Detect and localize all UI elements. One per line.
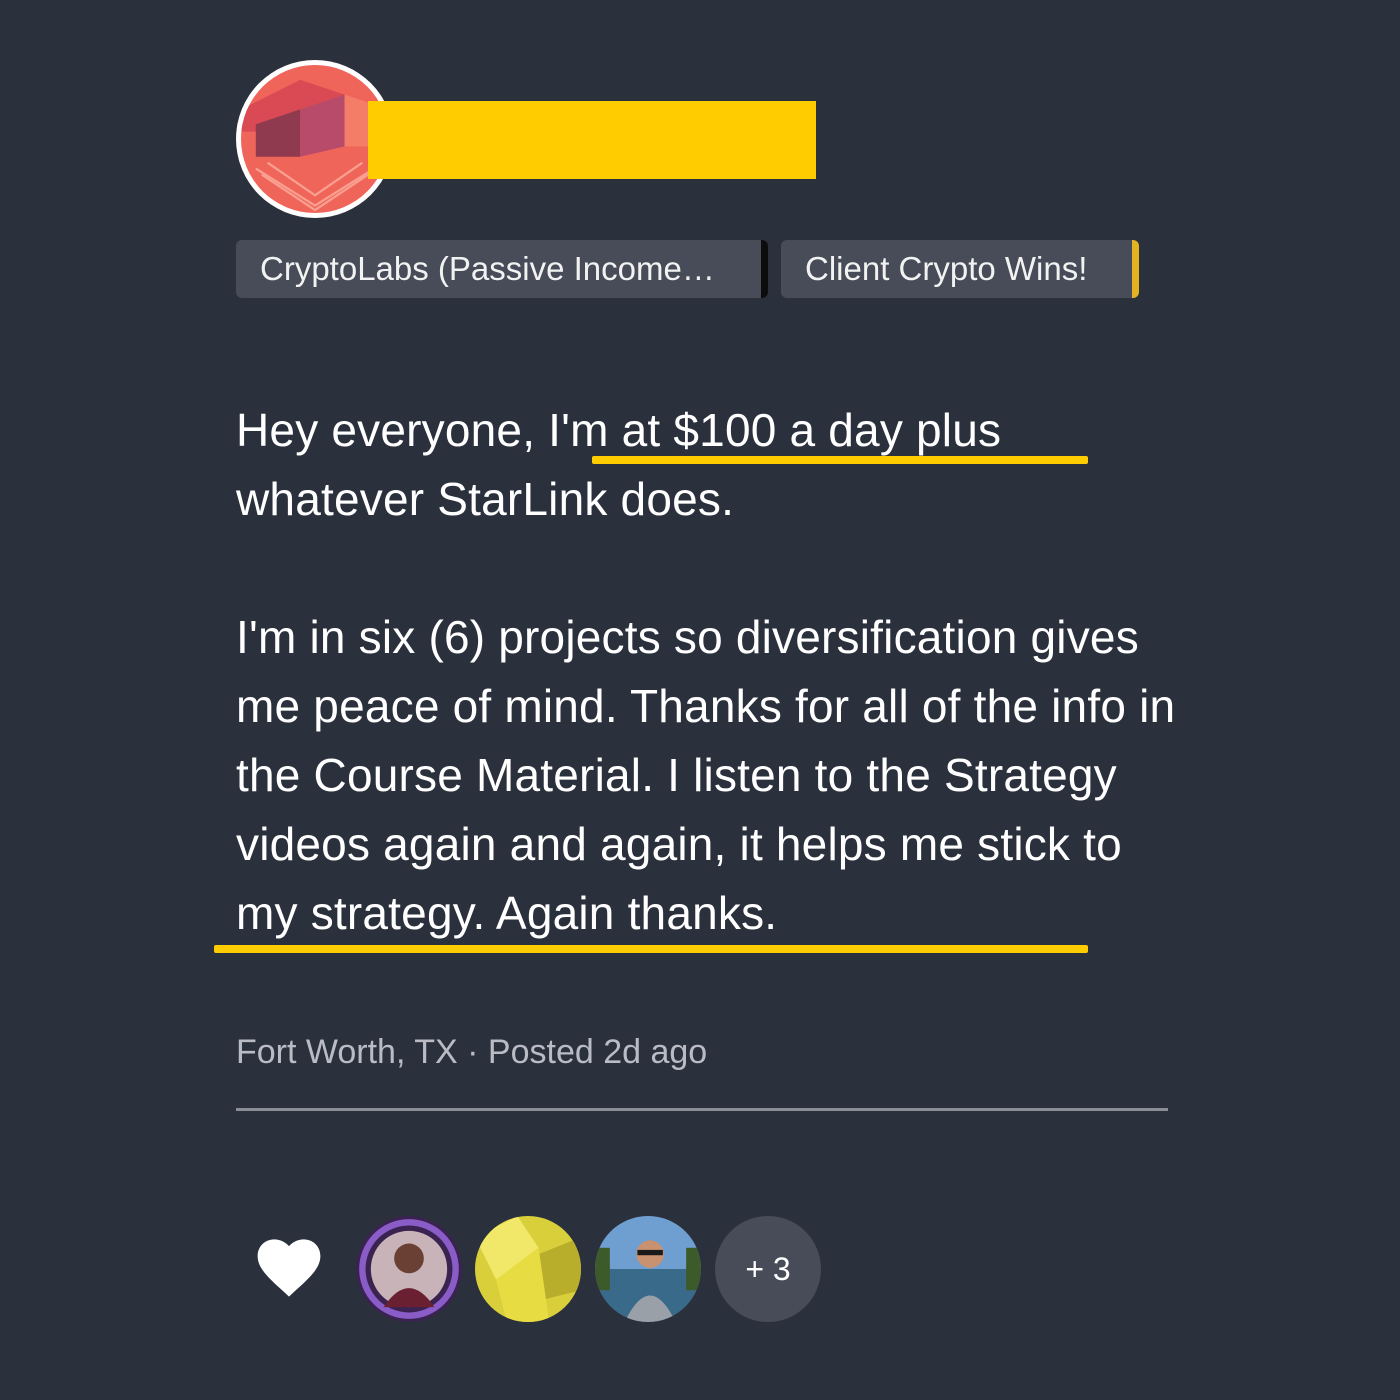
tag-category[interactable]: Client Crypto Wins! (781, 240, 1139, 298)
tag-community[interactable]: CryptoLabs (Passive Income… (236, 240, 768, 298)
author-name-redaction (368, 101, 816, 179)
post-line-1: Hey everyone, I'm at $100 a day plus (236, 404, 1002, 456)
reactor-avatar-image (595, 1216, 701, 1322)
post-body: Hey everyone, I'm at $100 a day plus wha… (236, 396, 1196, 948)
divider (236, 1108, 1168, 1111)
reactor-avatar-image (475, 1216, 581, 1322)
post-location: Fort Worth, TX (236, 1033, 458, 1071)
tag-category-edge (1132, 240, 1139, 298)
tag-community-label: CryptoLabs (Passive Income… (260, 250, 715, 287)
reactor-avatar-image (356, 1216, 462, 1322)
meta-separator: · (467, 1033, 479, 1071)
reactor-avatar[interactable] (356, 1216, 462, 1322)
heart-icon (257, 1239, 321, 1297)
post-line-2: whatever StarLink does. (236, 473, 735, 525)
reactor-avatar[interactable] (595, 1216, 701, 1322)
post-paragraph-2: I'm in six (6) projects so diversificati… (236, 611, 1176, 939)
more-reactions-count: + 3 (745, 1250, 791, 1287)
post-timestamp: Posted 2d ago (487, 1033, 708, 1071)
tag-community-edge (761, 240, 768, 298)
highlight-underline-2 (214, 945, 1088, 953)
post-meta: Fort Worth, TX · Posted 2d ago (236, 1033, 707, 1072)
like-button[interactable] (256, 1238, 322, 1298)
tag-category-label: Client Crypto Wins! (805, 250, 1088, 287)
reactor-avatar[interactable] (475, 1216, 581, 1322)
highlight-underline-1 (592, 456, 1088, 464)
more-reactions-button[interactable]: + 3 (715, 1216, 821, 1322)
author-avatar-image (241, 65, 389, 213)
